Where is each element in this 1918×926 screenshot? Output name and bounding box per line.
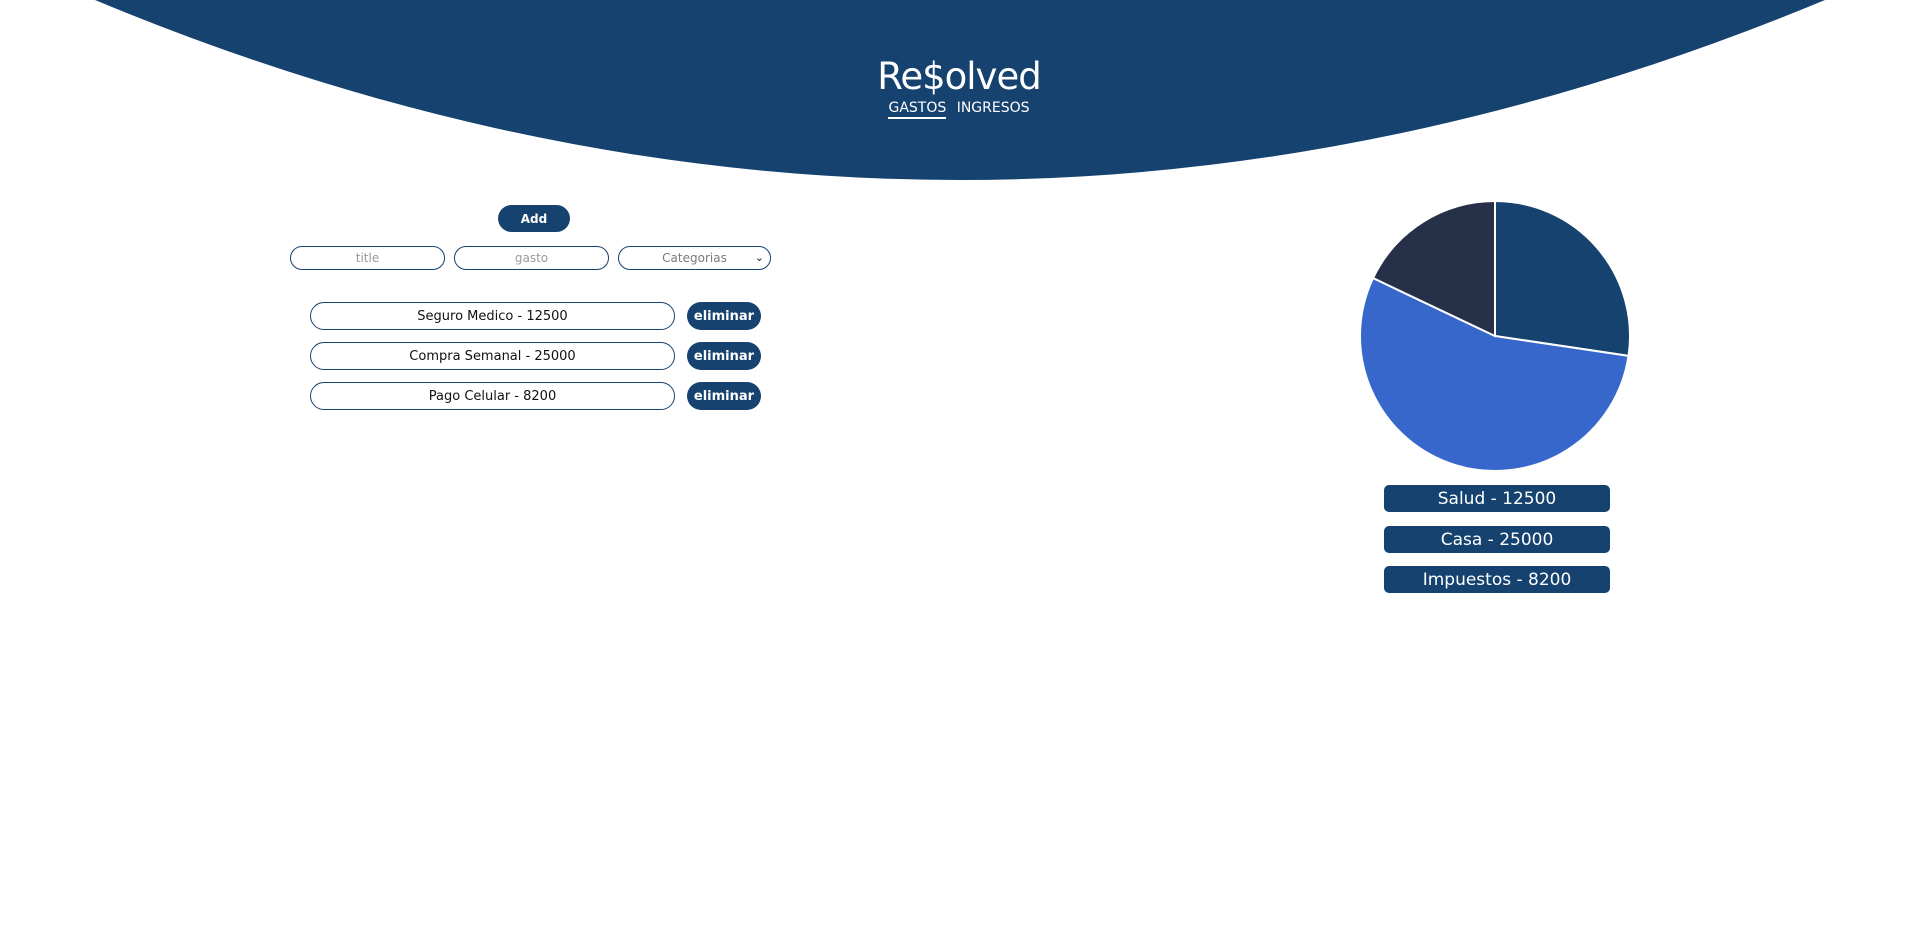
legend-item-salud: Salud - 12500 — [1384, 485, 1610, 512]
page: Re$olved GASTOS INGRESOS Add title gasto… — [0, 0, 1918, 926]
category-select-value: Categorias — [662, 251, 727, 265]
legend-item-casa: Casa - 25000 — [1384, 526, 1610, 553]
delete-button[interactable]: eliminar — [687, 302, 761, 330]
pie-slice-salud — [1494, 200, 1631, 358]
expense-item: Compra Semanal - 25000 — [310, 342, 675, 370]
add-button[interactable]: Add — [498, 205, 570, 232]
title-input[interactable]: title — [290, 246, 445, 270]
main-nav: GASTOS INGRESOS — [0, 100, 1918, 119]
delete-button[interactable]: eliminar — [687, 342, 761, 370]
app-logo: Re$olved — [877, 55, 1041, 98]
expense-item: Seguro Medico - 12500 — [310, 302, 675, 330]
legend-item-impuestos: Impuestos - 8200 — [1384, 566, 1610, 593]
chevron-down-icon: ⌄ — [754, 251, 764, 264]
gasto-input[interactable]: gasto — [454, 246, 609, 270]
nav-gastos[interactable]: GASTOS — [888, 100, 947, 119]
delete-button[interactable]: eliminar — [687, 382, 761, 410]
expense-item: Pago Celular - 8200 — [310, 382, 675, 410]
expense-pie-chart — [1359, 200, 1631, 472]
nav-ingresos[interactable]: INGRESOS — [957, 100, 1030, 116]
category-select[interactable]: Categorias ⌄ — [618, 246, 771, 270]
